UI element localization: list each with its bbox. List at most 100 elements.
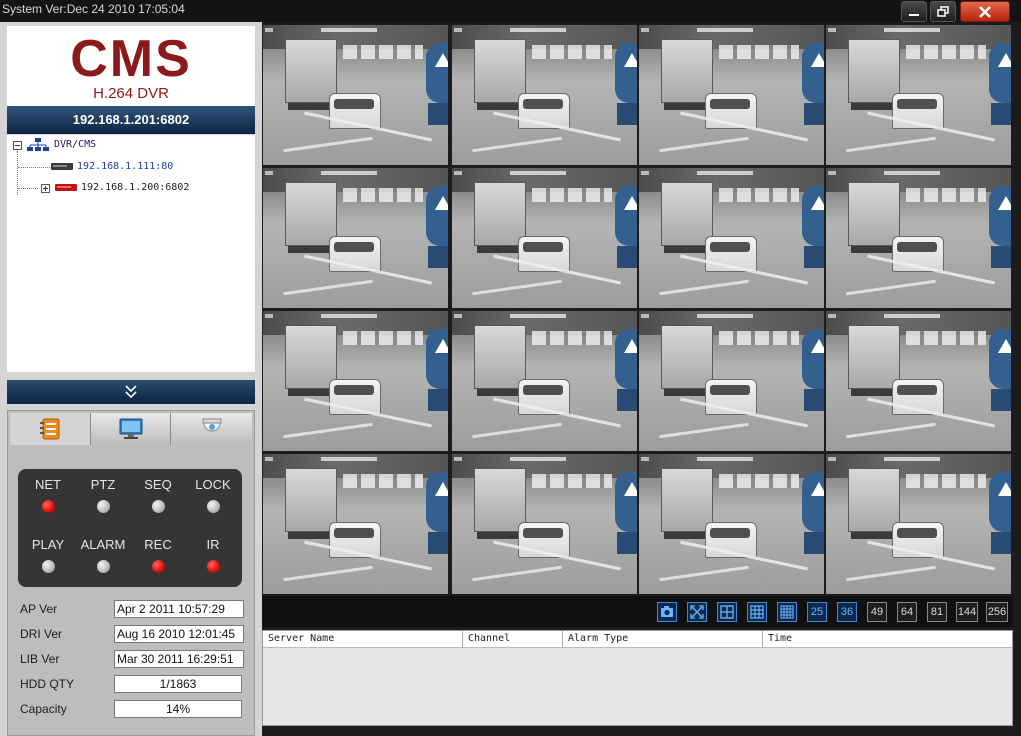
tree-device-2-label: 192.168.1.200:6802 <box>81 182 190 193</box>
layout-9-button[interactable] <box>747 602 767 622</box>
led-icon <box>206 560 220 573</box>
indicator-label: LOCK <box>195 477 231 492</box>
indicator-label: NET <box>35 477 61 492</box>
hdd-qty-value: 1/1863 <box>114 675 242 693</box>
led-icon <box>206 500 220 513</box>
info-tab-panel: NET PTZ SEQ LOCK PLAY ALARM REC IR AP Ve… <box>7 410 255 736</box>
restore-button[interactable] <box>930 1 956 22</box>
col-server-name[interactable]: Server Name <box>263 631 463 647</box>
indicator-label: SEQ <box>144 477 172 492</box>
double-chevron-down-icon <box>125 385 137 399</box>
fullscreen-button[interactable] <box>687 602 707 622</box>
info-lib-ver: LIB Ver Mar 30 2011 16:29:51 <box>20 650 250 668</box>
tab-monitor[interactable] <box>90 413 170 445</box>
logo-brand: CMS <box>70 30 192 88</box>
indicator-rec: REC <box>134 537 182 573</box>
dri-ver-value: Aug 16 2010 12:01:45 <box>114 625 244 643</box>
video-channel-12[interactable] <box>826 311 1011 451</box>
collapse-icon[interactable] <box>13 141 22 150</box>
layout-toolbar: 25 36 49 64 81 144 256 <box>262 596 1013 627</box>
layout-64-button[interactable]: 64 <box>897 602 917 622</box>
video-channel-15[interactable] <box>639 454 824 594</box>
panel-toggle-button[interactable] <box>7 380 255 404</box>
layout-49-button[interactable]: 49 <box>867 602 887 622</box>
video-channel-4[interactable] <box>826 25 1011 165</box>
indicator-label: IR <box>206 537 220 552</box>
led-icon <box>41 500 55 513</box>
tree-device-1-label: 192.168.1.111:80 <box>77 161 174 172</box>
led-icon <box>151 560 165 573</box>
logo-subtitle: H.264 DVR <box>93 85 169 102</box>
alarm-table: Server Name Channel Alarm Type Time <box>262 630 1013 726</box>
dvr-device-icon <box>55 184 77 191</box>
col-alarm-type[interactable]: Alarm Type <box>563 631 763 647</box>
video-channel-7[interactable] <box>639 168 824 308</box>
led-icon <box>151 500 165 513</box>
tree-root-label: DVR/CMS <box>54 139 97 150</box>
window-title: System Ver:Dec 24 2010 17:05:04 <box>2 2 185 16</box>
alarm-table-header: Server Name Channel Alarm Type Time <box>263 631 1012 648</box>
video-channel-3[interactable] <box>639 25 824 165</box>
info-dri-ver: DRI Ver Aug 16 2010 12:01:45 <box>20 625 250 643</box>
ap-ver-label: AP Ver <box>20 602 58 616</box>
capacity-value: 14% <box>114 700 242 718</box>
video-channel-2[interactable] <box>452 25 637 165</box>
dri-ver-label: DRI Ver <box>20 627 63 641</box>
video-channel-11[interactable] <box>639 311 824 451</box>
video-channel-8[interactable] <box>826 168 1011 308</box>
indicator-net: NET <box>24 477 72 513</box>
indicator-seq: SEQ <box>134 477 182 513</box>
tab-ptz-camera[interactable] <box>170 413 252 445</box>
layout-25-button[interactable]: 25 <box>807 602 827 622</box>
video-channel-6[interactable] <box>452 168 637 308</box>
indicator-label: ALARM <box>80 537 126 552</box>
hdd-qty-label: HDD QTY <box>20 677 74 691</box>
indicator-label: REC <box>144 537 172 552</box>
led-icon <box>41 560 55 573</box>
layout-36-button[interactable]: 36 <box>837 602 857 622</box>
restore-icon <box>937 5 949 17</box>
col-time[interactable]: Time <box>763 631 1014 647</box>
led-icon <box>96 500 110 513</box>
close-button[interactable] <box>960 1 1010 22</box>
video-grid <box>263 25 1013 594</box>
indicator-label: PTZ <box>90 477 116 492</box>
close-icon <box>979 5 991 18</box>
fullscreen-icon <box>690 605 704 619</box>
video-channel-5[interactable] <box>263 168 448 308</box>
grid-4x4-icon <box>780 605 794 619</box>
dvr-device-icon <box>51 163 73 170</box>
layout-144-button[interactable]: 144 <box>956 602 978 622</box>
led-icon <box>96 560 110 573</box>
indicator-ir: IR <box>189 537 237 573</box>
video-channel-1[interactable] <box>263 25 448 165</box>
indicator-label: PLAY <box>31 537 65 552</box>
left-panel: CMS H.264 DVR 192.168.1.201:6802 DVR/CMS… <box>0 22 262 736</box>
col-channel[interactable]: Channel <box>463 631 563 647</box>
expand-icon[interactable] <box>41 184 50 193</box>
video-channel-10[interactable] <box>452 311 637 451</box>
monitor-icon <box>119 418 142 439</box>
layout-4-button[interactable] <box>717 602 737 622</box>
minimize-button[interactable] <box>901 1 927 22</box>
snapshot-button[interactable] <box>657 602 677 622</box>
video-channel-13[interactable] <box>263 454 448 594</box>
layout-256-button[interactable]: 256 <box>986 602 1008 622</box>
indicator-lock: LOCK <box>189 477 237 513</box>
grid-3x3-icon <box>750 605 764 619</box>
tab-status[interactable] <box>10 413 90 445</box>
lib-ver-label: LIB Ver <box>20 652 60 666</box>
video-channel-14[interactable] <box>452 454 637 594</box>
connection-address: 192.168.1.201:6802 <box>7 106 255 134</box>
info-ap-ver: AP Ver Apr 2 2011 10:57:29 <box>20 600 250 618</box>
indicator-ptz: PTZ <box>79 477 127 513</box>
layout-16-button[interactable] <box>777 602 797 622</box>
indicator-play: PLAY <box>24 537 72 573</box>
grid-2x2-icon <box>720 605 734 619</box>
layout-81-button[interactable]: 81 <box>927 602 947 622</box>
ap-ver-value: Apr 2 2011 10:57:29 <box>114 600 244 618</box>
capacity-label: Capacity <box>20 702 67 716</box>
video-channel-9[interactable] <box>263 311 448 451</box>
video-channel-16[interactable] <box>826 454 1011 594</box>
status-indicators: NET PTZ SEQ LOCK PLAY ALARM REC IR <box>18 469 242 587</box>
